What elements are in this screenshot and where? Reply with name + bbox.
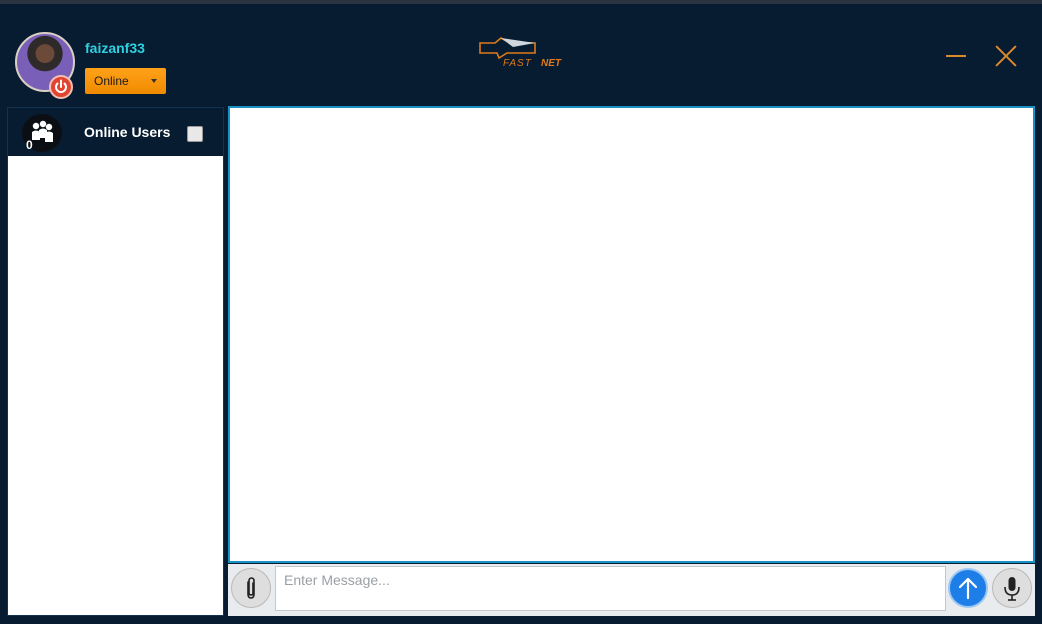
online-users-count: 0 [26,138,33,152]
minimize-icon[interactable] [944,44,968,68]
chat-bubble-logo-icon [479,37,536,60]
logo-word-fast: FAST [503,58,532,69]
chevron-down-icon [151,79,157,83]
microphone-icon [1004,577,1020,601]
online-users-panel: 0 Online Users [7,107,224,616]
power-icon[interactable] [49,75,73,99]
online-users-title: Online Users [84,124,171,140]
arrow-up-icon [958,577,978,600]
online-users-header: 0 Online Users [8,108,223,156]
message-input[interactable] [275,566,946,611]
logo-word-net: NET [541,58,561,69]
attach-button[interactable] [231,568,271,608]
app-logo: FAST NET [477,36,569,74]
microphone-button[interactable] [992,568,1032,608]
compose-bar [228,564,1035,616]
chat-messages-area[interactable] [228,106,1035,563]
title-strip [0,0,1042,4]
close-icon[interactable] [993,43,1019,69]
paperclip-icon [247,577,255,599]
status-value: Online [94,74,129,88]
status-dropdown[interactable]: Online [85,68,166,94]
online-users-checkbox[interactable] [187,126,203,142]
send-button[interactable] [948,568,988,608]
username-label: faizanf33 [85,40,145,56]
chat-app-window: faizanf33 Online FAST NET 0 Online Users… [0,0,1042,624]
